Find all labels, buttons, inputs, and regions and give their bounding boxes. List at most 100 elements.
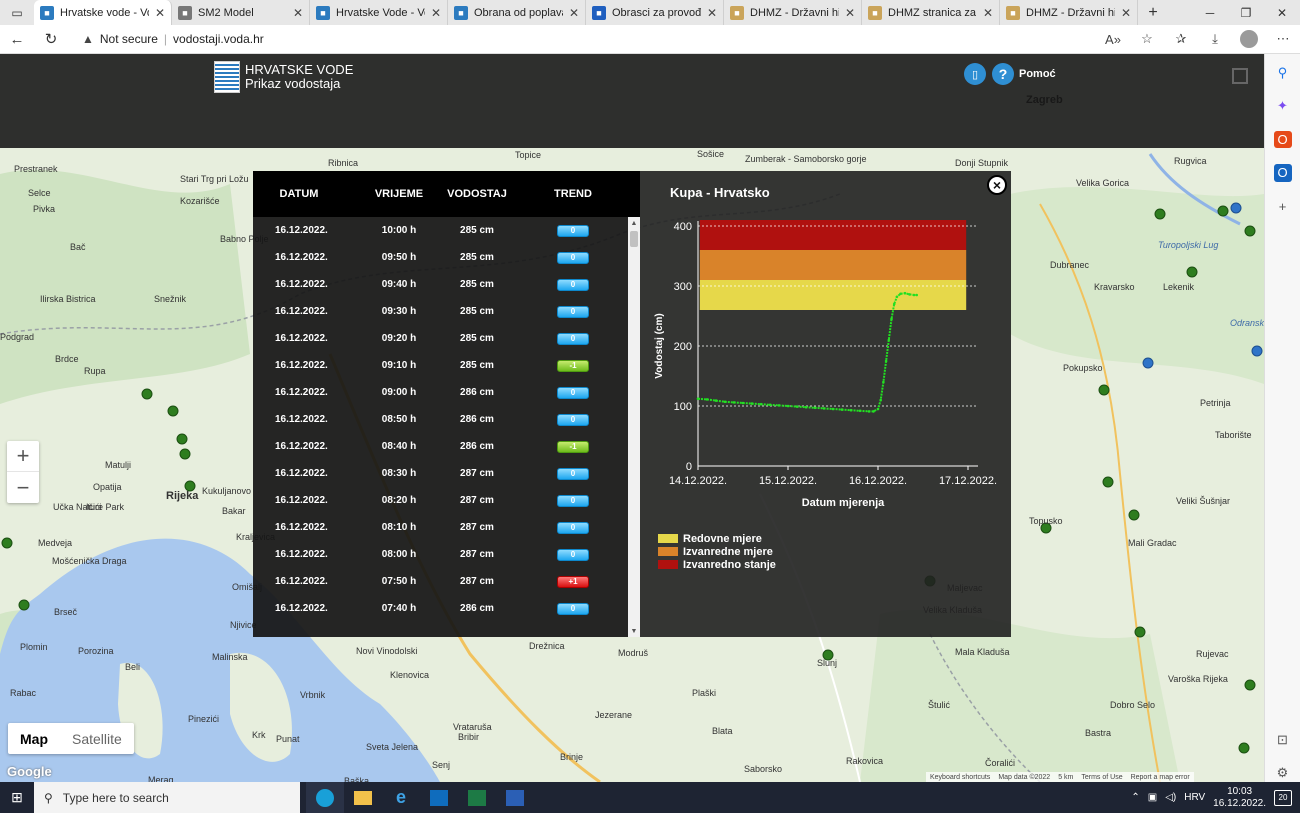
trend-badge: 0 [557,332,589,345]
scroll-up-icon[interactable]: ▲ [628,217,640,229]
taskbar-clock[interactable]: 10:03 16.12.2022. [1213,786,1266,810]
fullscreen-icon[interactable] [1232,68,1248,84]
refresh-icon[interactable]: ↻ [34,30,68,48]
browser-tab[interactable]: ■ Obrasci za provođenj ✕ [586,0,724,25]
google-logo: Google [7,764,52,779]
internet-explorer-icon[interactable]: e [382,782,420,813]
table-row[interactable]: 16.12.2022. 10:00 h 285 cm 0 [253,217,628,244]
sidebar-layout-icon[interactable]: ⊡ [1274,731,1292,748]
tray-language[interactable]: HRV [1184,792,1205,803]
browser-tab[interactable]: ■ Hrvatske vode - Vodo ✕ [34,0,172,25]
file-explorer-icon[interactable] [344,782,382,813]
table-body[interactable]: 16.12.2022. 10:00 h 285 cm 0 16.12.2022. … [253,217,628,637]
copilot-icon[interactable]: ✦ [1274,97,1292,114]
tray-network-icon[interactable]: ▣ [1148,792,1157,803]
taskbar-search[interactable]: ⚲ Type here to search [34,782,300,813]
table-row[interactable]: 16.12.2022. 09:10 h 285 cm -1 [253,352,628,379]
new-tab-button[interactable]: + [1138,0,1168,25]
map-place-label: Klenovica [390,670,430,680]
cell-level: 286 cm [460,441,494,452]
close-tab-icon[interactable]: ✕ [983,6,993,20]
minimize-icon[interactable]: ─ [1192,0,1228,25]
close-tab-icon[interactable]: ✕ [155,6,165,20]
table-row[interactable]: 16.12.2022. 07:50 h 287 cm +1 [253,568,628,595]
map-type-map-button[interactable]: Map [8,723,60,754]
url-field[interactable]: ▲ Not secure | vodostaji.voda.hr [82,32,264,46]
attribution-link[interactable]: Keyboard shortcuts [930,774,990,781]
scroll-down-icon[interactable]: ▼ [628,625,640,637]
close-tab-icon[interactable]: ✕ [431,6,441,20]
table-row[interactable]: 16.12.2022. 08:50 h 286 cm 0 [253,406,628,433]
close-tab-icon[interactable]: ✕ [1121,6,1131,20]
tray-volume-icon[interactable]: ◁) [1165,792,1176,803]
excel-icon[interactable] [458,782,496,813]
tab-actions-icon[interactable]: ▭ [0,0,34,25]
close-tab-icon[interactable]: ✕ [569,6,579,20]
notifications-button[interactable]: 20 [1274,789,1292,806]
tray-chevron-icon[interactable]: ⌃ [1131,792,1139,803]
table-row[interactable]: 16.12.2022. 08:00 h 287 cm 0 [253,541,628,568]
browser-tab[interactable]: ■ DHMZ - Državni hidr ✕ [1000,0,1138,25]
cell-date: 16.12.2022. [275,495,328,506]
windows-start-icon[interactable]: ⊞ [0,789,34,806]
attribution-link[interactable]: Report a map error [1131,774,1190,781]
map-place-label: Pokupsko [1063,363,1103,373]
back-icon[interactable]: ← [0,31,34,48]
table-row[interactable]: 16.12.2022. 09:30 h 285 cm 0 [253,298,628,325]
cell-trend: 0 [517,467,617,480]
table-row[interactable]: 16.12.2022. 09:00 h 286 cm 0 [253,379,628,406]
office-icon[interactable]: O [1273,130,1292,149]
map-type-satellite-button[interactable]: Satellite [60,723,134,754]
trend-badge: 0 [557,278,589,291]
table-row[interactable]: 16.12.2022. 08:40 h 286 cm -1 [253,433,628,460]
legend-item: Izvanredno stanje [658,558,776,571]
table-row[interactable]: 16.12.2022. 08:10 h 287 cm 0 [253,514,628,541]
hrvatske-vode-logo[interactable] [214,61,240,93]
add-app-icon[interactable]: + [1274,198,1292,215]
attribution-link[interactable]: Map data ©2022 [998,774,1050,781]
y-tick-label: 400 [674,221,692,233]
settings-gear-icon[interactable]: ⚙ [1274,765,1292,782]
more-menu-icon[interactable]: ⋯ [1266,31,1300,47]
site-header: HRVATSKE VODE Prikaz vodostaja ▯ ? Pomoć [0,54,1264,148]
outlook-icon[interactable]: O [1273,164,1292,182]
close-window-icon[interactable]: ✕ [1264,0,1300,25]
outlook-app-icon[interactable] [420,782,458,813]
table-row[interactable]: 16.12.2022. 09:20 h 285 cm 0 [253,325,628,352]
download-icon[interactable]: ⤓ [1198,31,1232,47]
tab-title: DHMZ - Državni hidr [1026,6,1115,19]
close-tab-icon[interactable]: ✕ [707,6,717,20]
scroll-thumb[interactable] [630,231,638,247]
table-row[interactable]: 16.12.2022. 08:20 h 287 cm 0 [253,487,628,514]
restore-icon[interactable]: ❐ [1228,0,1264,25]
close-tab-icon[interactable]: ✕ [845,6,855,20]
close-tab-icon[interactable]: ✕ [293,6,303,20]
word-icon[interactable] [496,782,534,813]
zoom-out-button[interactable]: − [7,472,39,503]
browser-tab[interactable]: ■ Obrana od poplava ✕ [448,0,586,25]
table-scrollbar[interactable]: ▲ ▼ [628,217,640,637]
mobile-icon[interactable]: ▯ [964,63,986,85]
trend-badge: 0 [557,548,589,561]
attribution-link[interactable]: Terms of Use [1081,774,1122,781]
table-row[interactable]: 16.12.2022. 08:30 h 287 cm 0 [253,460,628,487]
favorites-list-icon[interactable]: ✰ [1164,31,1198,47]
search-icon[interactable]: ⚲ [1274,64,1292,81]
map-place-label: Mali Gradac [1128,538,1177,548]
browser-tab[interactable]: ■ Hrvatske Vode - Vodo ✕ [310,0,448,25]
table-row[interactable]: 16.12.2022. 07:40 h 286 cm 0 [253,595,628,622]
browser-tab[interactable]: ■ DHMZ stranica za po ✕ [862,0,1000,25]
help-icon[interactable]: ? [992,63,1014,85]
attribution-link[interactable]: 5 km [1058,774,1073,781]
profile-avatar[interactable] [1240,30,1258,48]
browser-tab[interactable]: ■ DHMZ - Državni hidr ✕ [724,0,862,25]
favorite-star-icon[interactable]: ☆ [1130,31,1164,47]
table-row[interactable]: 16.12.2022. 09:40 h 285 cm 0 [253,271,628,298]
help-link[interactable]: Pomoć [1019,68,1056,80]
browser-tab[interactable]: ■ SM2 Model ✕ [172,0,310,25]
read-aloud-icon[interactable]: A» [1096,32,1130,47]
zoom-in-button[interactable]: + [7,441,39,472]
table-row[interactable]: 16.12.2022. 09:50 h 285 cm 0 [253,244,628,271]
map-place-label: Veliki Šušnjar [1176,496,1231,506]
edge-icon[interactable] [306,782,344,813]
